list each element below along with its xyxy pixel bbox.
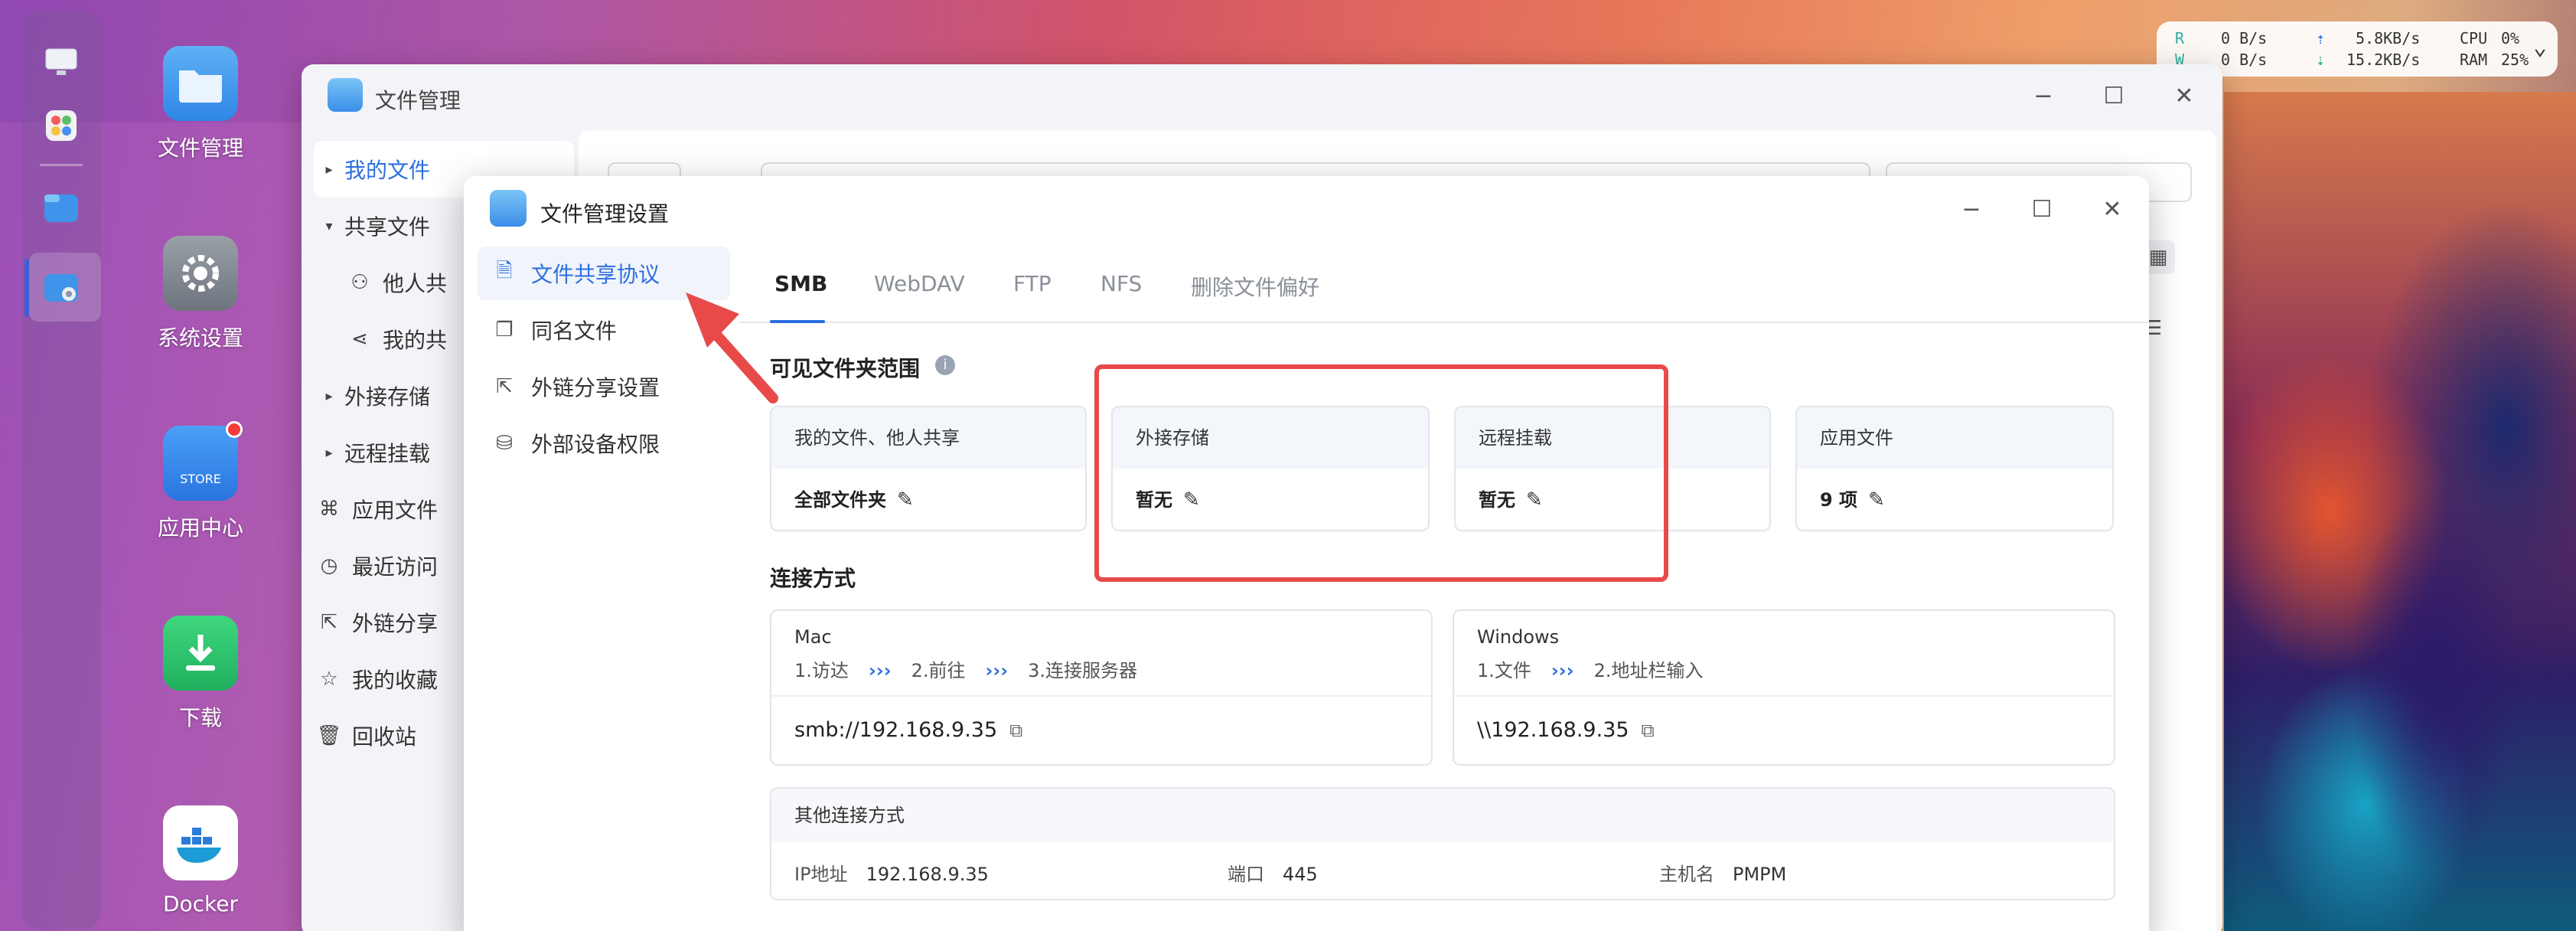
- docker-icon: [163, 805, 238, 880]
- info-icon[interactable]: i: [935, 355, 955, 375]
- store-icon: STORE: [163, 421, 243, 501]
- notification-badge: [226, 421, 243, 438]
- step-arrow-icon: ›››: [868, 660, 892, 681]
- external-link-icon: ⇱: [321, 611, 337, 634]
- mac-address: smb://192.168.9.35: [794, 718, 998, 742]
- monitor-icon[interactable]: [40, 41, 83, 84]
- desktop-file-manager[interactable]: 文件管理: [132, 46, 269, 162]
- desktop-system-settings[interactable]: 系统设置: [132, 236, 269, 352]
- file-manager-dock-icon[interactable]: [40, 187, 83, 230]
- file-manager-logo-icon: [328, 78, 363, 112]
- download-arrow-icon: ⇣: [2316, 51, 2326, 69]
- download-speed: 15.2KB/s: [2346, 51, 2421, 69]
- tab-webdav[interactable]: WebDAV: [874, 271, 965, 296]
- ip-value: 192.168.9.35: [866, 864, 989, 885]
- star-icon: ☆: [320, 668, 338, 691]
- dialog-close-button[interactable]: ✕: [2095, 193, 2129, 227]
- dialog-content: SMB WebDAV FTP NFS 删除文件偏好 可见文件夹范围 i 我的文件…: [739, 247, 2149, 931]
- store-text: STORE: [180, 471, 221, 486]
- dialog-header: 文件管理设置 − ☐ ✕: [464, 176, 2149, 247]
- apps-icon: ⌘: [319, 498, 339, 521]
- host-value: PMPM: [1733, 864, 1787, 885]
- write-speed: 0 B/s: [2221, 51, 2268, 69]
- mac-connection-card: Mac 1.访达 ››› 2.前往 ››› 3.连接服务器 smb://192.168.…: [770, 609, 1433, 766]
- scope-card-my-files: 我的文件、他人共享 全部文件夹 ✎: [770, 406, 1087, 531]
- minimize-button[interactable]: −: [2027, 80, 2060, 113]
- dock-divider: [40, 164, 83, 166]
- file-settings-dock-icon[interactable]: [40, 266, 83, 309]
- dialog-maximize-button[interactable]: ☐: [2025, 193, 2059, 227]
- window-title: 文件管理: [375, 88, 461, 113]
- scope-card-app-files: 应用文件 9 项 ✎: [1795, 406, 2114, 531]
- users-icon: ⚇: [351, 271, 369, 294]
- read-label: R: [2175, 29, 2185, 47]
- download-icon: [163, 616, 238, 691]
- settings-logo-icon: [490, 190, 527, 227]
- step-arrow-icon: ›››: [985, 660, 1009, 681]
- collapse-chevron-icon[interactable]: ⌄: [2533, 34, 2547, 60]
- tab-smb[interactable]: SMB: [774, 271, 827, 296]
- annotation-arrow-icon: [686, 292, 778, 403]
- tab-ftp[interactable]: FTP: [1013, 271, 1052, 296]
- folder-icon: [163, 46, 238, 121]
- duplicate-icon: ❐: [495, 318, 514, 341]
- ram-value: 25%: [2501, 51, 2529, 69]
- upload-arrow-icon: ⇡: [2316, 29, 2326, 47]
- step-arrow-icon: ›››: [1550, 660, 1574, 681]
- document-icon: 🗎: [496, 260, 513, 283]
- desktop-app-center[interactable]: STORE 应用中心: [132, 421, 269, 542]
- tab-delete-preference[interactable]: 删除文件偏好: [1191, 271, 1319, 302]
- port-value: 445: [1283, 864, 1318, 885]
- windows-address: \\192.168.9.35: [1477, 718, 1629, 742]
- external-link-icon: ⇱: [496, 375, 513, 398]
- dialog-title: 文件管理设置: [540, 201, 670, 227]
- annotation-highlight-box: [1094, 364, 1668, 582]
- wallpaper-swirl: [2224, 92, 2576, 931]
- app-grid-icon[interactable]: [40, 104, 83, 147]
- clock-icon: ◷: [320, 554, 338, 577]
- edit-icon[interactable]: ✎: [897, 488, 914, 511]
- connection-title: 连接方式: [770, 566, 856, 591]
- copy-icon[interactable]: ⧉: [1009, 720, 1022, 741]
- desktop-docker[interactable]: Docker: [132, 805, 269, 916]
- read-speed: 0 B/s: [2221, 29, 2268, 47]
- other-connection-card: 其他连接方式 IP地址 192.168.9.35 端口 445 主机名 PMPM: [770, 787, 2115, 900]
- tab-nfs[interactable]: NFS: [1101, 271, 1142, 296]
- maximize-button[interactable]: ☐: [2097, 80, 2131, 113]
- close-button[interactable]: ✕: [2167, 80, 2201, 113]
- windows-connection-card: Windows 1.文件 ››› 2.地址栏输入 \\192.168.9.35 ⧉: [1453, 609, 2115, 766]
- gear-icon: [163, 236, 238, 311]
- cpu-value: 0%: [2501, 29, 2520, 47]
- upload-speed: 5.8KB/s: [2356, 29, 2421, 47]
- edit-icon[interactable]: ✎: [1868, 488, 1885, 511]
- copy-icon[interactable]: ⧉: [1642, 720, 1655, 741]
- ram-label: RAM: [2460, 51, 2488, 69]
- trash-icon: 🗑: [316, 724, 342, 747]
- cpu-label: CPU: [2460, 29, 2488, 47]
- desktop-download[interactable]: 下载: [132, 616, 269, 732]
- share-icon: ⋖: [351, 328, 368, 351]
- dock: [21, 11, 101, 929]
- dialog-minimize-button[interactable]: −: [1955, 193, 1988, 227]
- protocol-tabs: SMB WebDAV FTP NFS 删除文件偏好: [739, 247, 2149, 323]
- drive-icon: ⛁: [496, 432, 513, 455]
- visible-scope-title: 可见文件夹范围: [770, 356, 921, 381]
- dock-active-indicator: [24, 259, 29, 317]
- dialog-nav-device-permissions[interactable]: ⛁ 外部设备权限: [478, 416, 730, 470]
